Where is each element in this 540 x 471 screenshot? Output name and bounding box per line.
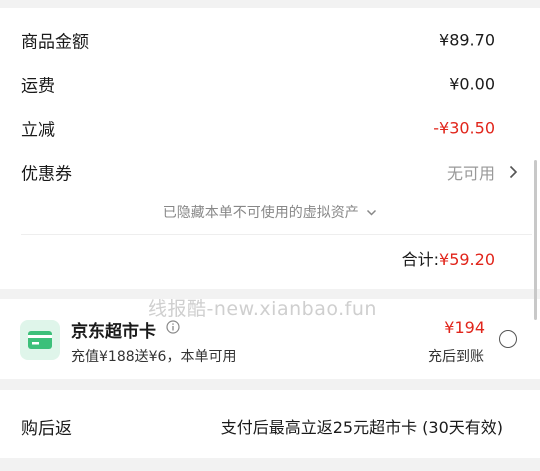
shipping-label: 运费 bbox=[21, 76, 55, 97]
rebate-label: 购后返 bbox=[21, 419, 72, 439]
discount-row: 立减 -¥30.50 bbox=[0, 106, 540, 150]
goods-amount-value: ¥89.70 bbox=[439, 30, 495, 50]
coupon-row[interactable]: 优惠券 无可用 bbox=[0, 150, 540, 194]
shipping-value: ¥0.00 bbox=[449, 74, 495, 94]
supermarket-card-radio[interactable] bbox=[499, 330, 517, 348]
total-label: 合计: bbox=[401, 250, 440, 269]
coupon-value: 无可用 bbox=[446, 164, 495, 183]
shipping-row: 运费 ¥0.00 bbox=[0, 62, 540, 106]
scrollbar[interactable] bbox=[534, 160, 537, 320]
chevron-right-icon bbox=[509, 165, 518, 179]
summary-divider bbox=[21, 234, 532, 235]
discount-value: -¥30.50 bbox=[433, 118, 495, 138]
info-icon[interactable] bbox=[166, 320, 180, 334]
supermarket-card-note: 充后到账 bbox=[428, 349, 484, 365]
discount-label: 立减 bbox=[21, 120, 55, 141]
goods-amount-label: 商品金额 bbox=[21, 32, 89, 53]
hidden-assets-toggle[interactable]: 已隐藏本单不可使用的虚拟资产 bbox=[0, 202, 540, 222]
supermarket-card-price: ¥194 bbox=[444, 318, 485, 337]
order-total: 合计:¥59.20 bbox=[402, 246, 495, 270]
coupon-label: 优惠券 bbox=[21, 164, 72, 185]
supermarket-card-subtitle: 充值¥188送¥6，本单可用 bbox=[71, 349, 237, 365]
chevron-down-icon bbox=[367, 209, 377, 216]
total-value: ¥59.20 bbox=[439, 250, 495, 269]
watermark: 线报酷-new.xianbao.fun bbox=[148, 298, 377, 320]
hidden-assets-label: 已隐藏本单不可使用的虚拟资产 bbox=[162, 205, 359, 221]
card-icon bbox=[20, 320, 60, 360]
goods-amount-row: 商品金额 ¥89.70 bbox=[0, 18, 540, 62]
rebate-text: 支付后最高立返25元超市卡 (30天有效) bbox=[220, 418, 503, 437]
supermarket-card-title: 京东超市卡 bbox=[71, 322, 156, 342]
